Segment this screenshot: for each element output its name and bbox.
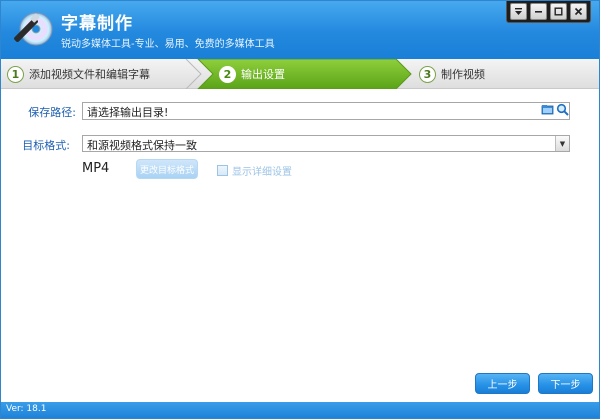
title-bar: 字幕制作 锐动多媒体工具-专业、易用、免费的多媒体工具 bbox=[1, 1, 599, 59]
target-format-label: 目标格式: bbox=[22, 139, 70, 152]
minimize-button[interactable] bbox=[530, 3, 547, 20]
app-window: 字幕制作 锐动多媒体工具-专业、易用、免费的多媒体工具 1 添加视频文件和编辑字… bbox=[0, 0, 600, 419]
maximize-icon bbox=[554, 7, 563, 16]
app-logo-icon bbox=[14, 12, 53, 46]
maximize-button[interactable] bbox=[550, 3, 567, 20]
dropdown-arrow-icon[interactable]: ▼ bbox=[555, 136, 569, 151]
prev-step-button[interactable]: 上一步 bbox=[475, 373, 530, 394]
save-path-input[interactable]: 请选择输出目录! bbox=[82, 102, 570, 120]
next-step-button[interactable]: 下一步 bbox=[538, 373, 593, 394]
show-details-checkbox[interactable]: 显示详细设置 bbox=[217, 163, 292, 178]
step-1-number: 1 bbox=[7, 65, 24, 83]
step-bar: 1 添加视频文件和编辑字幕 2 输出设置 3 制作视频 bbox=[1, 59, 599, 89]
close-button[interactable] bbox=[570, 3, 587, 20]
app-title: 字幕制作 bbox=[61, 14, 133, 34]
target-format-value: 和源视频格式保持一致 bbox=[87, 139, 197, 152]
step-1-label: 添加视频文件和编辑字幕 bbox=[29, 68, 150, 81]
minimize-icon bbox=[535, 11, 542, 13]
step-2: 2 输出设置 bbox=[219, 59, 285, 89]
step-1: 1 添加视频文件和编辑字幕 bbox=[7, 59, 150, 89]
folder-icon[interactable] bbox=[541, 103, 554, 116]
path-icons bbox=[541, 103, 569, 116]
step-3-number: 3 bbox=[419, 65, 436, 83]
app-subtitle: 锐动多媒体工具-专业、易用、免费的多媒体工具 bbox=[61, 39, 275, 50]
checkbox-icon[interactable] bbox=[217, 165, 228, 176]
target-format-select[interactable]: 和源视频格式保持一致 ▼ bbox=[82, 135, 570, 152]
menu-dropdown-button[interactable] bbox=[510, 3, 527, 20]
version-label: Ver: 18.1 bbox=[6, 404, 47, 414]
show-details-label: 显示详细设置 bbox=[232, 167, 292, 178]
step-2-label: 输出设置 bbox=[241, 68, 285, 81]
menu-dropdown-icon bbox=[515, 8, 522, 15]
status-bar: Ver: 18.1 bbox=[1, 402, 599, 418]
format-value: MP4 bbox=[82, 161, 110, 176]
step-3-label: 制作视频 bbox=[441, 68, 485, 81]
step-2-number: 2 bbox=[219, 65, 236, 83]
search-icon[interactable] bbox=[556, 103, 569, 116]
save-path-label: 保存路径: bbox=[28, 106, 76, 119]
change-format-button[interactable]: 更改目标格式 bbox=[136, 159, 198, 179]
close-icon bbox=[574, 7, 583, 16]
window-controls bbox=[506, 1, 591, 23]
step-3: 3 制作视频 bbox=[419, 59, 485, 89]
